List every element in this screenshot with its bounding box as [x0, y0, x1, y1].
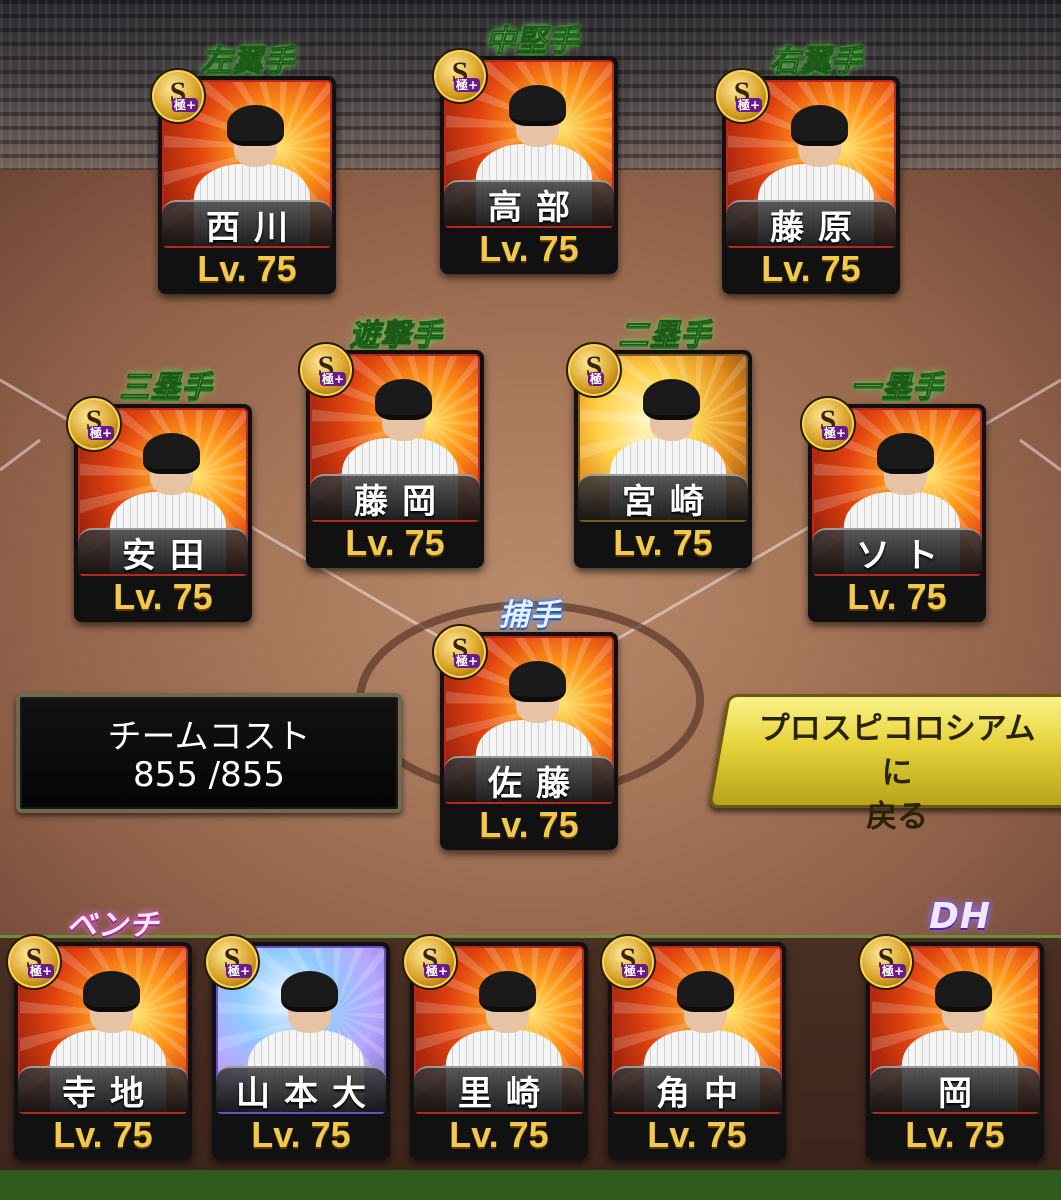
player-level: Lv. 75 [345, 522, 445, 563]
player-name: 安田 [78, 528, 248, 576]
return-to-colosseum-button[interactable]: プロスピコロシアムに 戻る [707, 694, 1061, 835]
position-label-first-base: 一塁手 [850, 370, 944, 406]
bench-card[interactable]: 角中 Lv. 75 S 極+ [600, 934, 786, 1160]
rank-badge-icon: S 極+ [150, 68, 206, 124]
bench-card[interactable]: 里崎 Lv. 75 S 極+ [402, 934, 588, 1160]
player-card-third-base[interactable]: 安田 Lv. 75 S 極+ [66, 396, 252, 622]
rank-badge-icon: S 極+ [402, 934, 458, 990]
bench-card[interactable]: 寺地 Lv. 75 S 極+ [6, 934, 192, 1160]
position-label-right-field: 右翼手 [769, 44, 863, 80]
rank-badge-icon: S 極+ [432, 48, 488, 104]
team-cost-value: 855 /855 [132, 755, 286, 795]
player-card-center-field[interactable]: 高部 Lv. 75 S 極+ [432, 48, 618, 274]
position-label-left-field: 左翼手 [201, 44, 295, 80]
return-button-line1: プロスピコロシアムに [758, 711, 1036, 791]
player-card-catcher[interactable]: 佐藤 Lv. 75 S 極+ [432, 624, 618, 850]
player-level: Lv. 75 [449, 1114, 549, 1155]
player-name: 高部 [444, 180, 614, 228]
player-level: Lv. 75 [761, 248, 861, 289]
player-level: Lv. 75 [905, 1114, 1005, 1155]
position-label-second-base: 二塁手 [618, 318, 712, 354]
bench-floor [0, 1170, 1061, 1200]
player-card-left-field[interactable]: 西川 Lv. 75 S 極+ [150, 68, 336, 294]
rank-badge-icon: S 極+ [600, 934, 656, 990]
bench-card[interactable]: 山本大 Lv. 75 S 極+ [204, 934, 390, 1160]
player-name: 寺地 [18, 1066, 188, 1114]
rank-badge-icon: S 極+ [714, 68, 770, 124]
position-label-shortstop: 遊撃手 [349, 318, 443, 354]
return-button-line2: 戻る [866, 799, 929, 835]
player-name: 佐藤 [444, 756, 614, 804]
player-name: 西川 [162, 200, 332, 248]
rank-badge-icon: S極 [566, 342, 622, 398]
player-level: Lv. 75 [479, 804, 579, 845]
rank-badge-icon: S 極+ [800, 396, 856, 452]
player-level: Lv. 75 [53, 1114, 153, 1155]
player-name: 藤岡 [310, 474, 480, 522]
rank-badge-icon: S 極+ [6, 934, 62, 990]
player-level: Lv. 75 [613, 522, 713, 563]
team-cost-panel: チームコスト 855 /855 [16, 693, 402, 813]
rank-badge-icon: S 極+ [858, 934, 914, 990]
player-card-right-field[interactable]: 藤原 Lv. 75 S 極+ [714, 68, 900, 294]
player-level: Lv. 75 [113, 576, 213, 617]
player-name: 角中 [612, 1066, 782, 1114]
player-name: 里崎 [414, 1066, 584, 1114]
player-card-second-base[interactable]: 宮崎 Lv. 75 S極 [566, 342, 752, 568]
player-name: 宮崎 [578, 474, 748, 522]
position-label-third-base: 三塁手 [119, 370, 213, 406]
player-level: Lv. 75 [197, 248, 297, 289]
player-name: 藤原 [726, 200, 896, 248]
team-cost-label: チームコスト [107, 717, 311, 757]
position-label-catcher: 捕手 [499, 598, 561, 633]
player-name: 山本大 [216, 1066, 386, 1114]
player-level: Lv. 75 [847, 576, 947, 617]
position-label-dh: DH [928, 896, 992, 937]
player-level: Lv. 75 [647, 1114, 747, 1155]
player-card-dh[interactable]: 岡 Lv. 75 S 極+ [858, 934, 1044, 1160]
rank-badge-icon: S 極+ [66, 396, 122, 452]
rank-badge-icon: S 極+ [432, 624, 488, 680]
player-card-first-base[interactable]: ソト Lv. 75 S 極+ [800, 396, 986, 622]
player-level: Lv. 75 [479, 228, 579, 269]
player-card-shortstop[interactable]: 藤岡 Lv. 75 S 極+ [298, 342, 484, 568]
rank-badge-icon: S 極+ [298, 342, 354, 398]
player-level: Lv. 75 [251, 1114, 351, 1155]
player-name: 岡 [870, 1066, 1040, 1114]
position-label-center-field: 中堅手 [485, 24, 579, 60]
lineup-screen: 左翼手 中堅手 右翼手 遊撃手 二塁手 三塁手 一塁手 捕手 ベンチ DH 西川… [0, 0, 1061, 1200]
position-label-bench: ベンチ [66, 908, 160, 943]
rank-badge-icon: S 極+ [204, 934, 260, 990]
player-name: ソト [812, 528, 982, 576]
